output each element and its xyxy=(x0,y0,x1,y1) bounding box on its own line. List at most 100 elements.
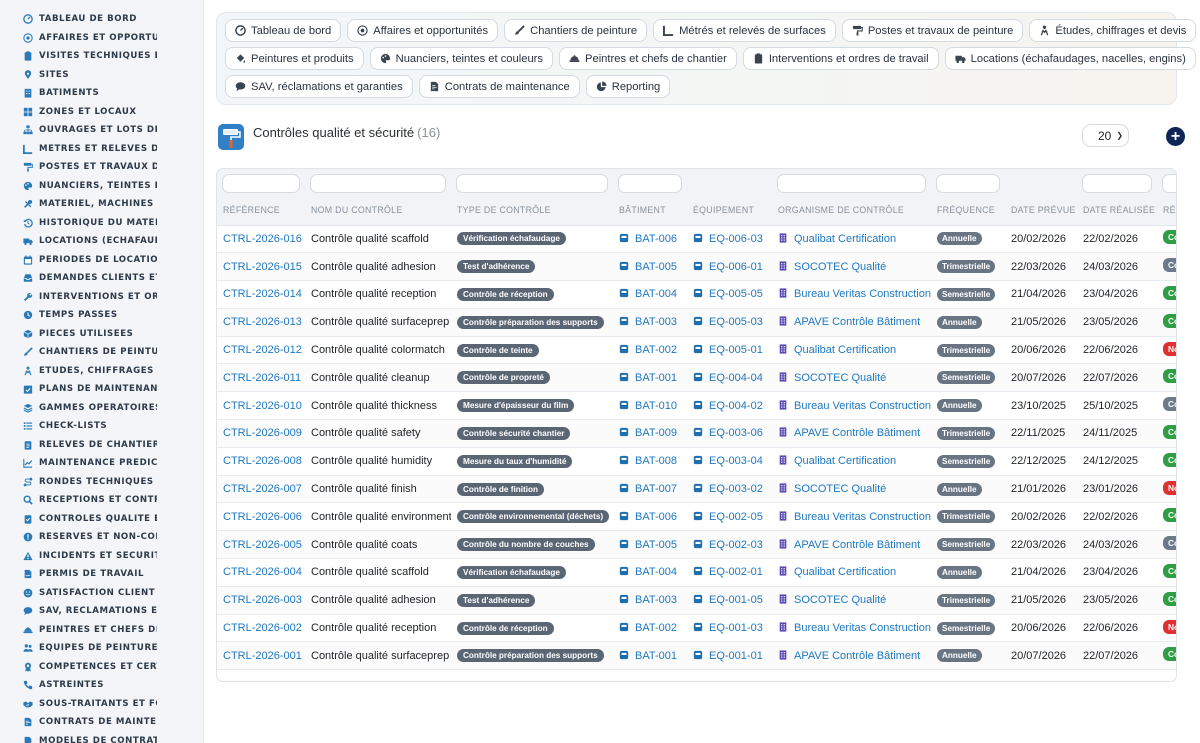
sidebar-item[interactable]: POSTES ET TRAVAUX DE xyxy=(0,158,203,177)
building-link[interactable]: BAT-004 xyxy=(635,566,677,578)
reference-link[interactable]: CTRL-2026-009 xyxy=(223,427,302,439)
sidebar-item[interactable]: PEINTRES ET CHEFS DE C xyxy=(0,621,203,640)
sidebar-item[interactable]: RÉCEPTIONS ET CONTRÔ xyxy=(0,491,203,510)
reference-link[interactable]: CTRL-2026-004 xyxy=(223,566,302,578)
sidebar-item[interactable]: AFFAIRES ET OPPORTUN xyxy=(0,29,203,48)
sidebar-item[interactable]: ASTREINTES xyxy=(0,676,203,695)
quick-nav-button[interactable]: Peintures et produits xyxy=(225,47,364,70)
organization-link[interactable]: APAVE Contrôle Bâtiment xyxy=(794,539,920,551)
equipment-link[interactable]: EQ-002-03 xyxy=(709,539,763,551)
sidebar-item[interactable]: NUANCIERS, TEINTES ET xyxy=(0,177,203,196)
sidebar-item[interactable]: LOCATIONS (ÉCHAFAUDA xyxy=(0,232,203,251)
column-header[interactable]: DATE RÉALISÉE xyxy=(1077,195,1157,226)
table-row[interactable]: CTRL-2026-002 Contrôle qualité reception C… xyxy=(217,614,1176,643)
reference-link[interactable]: CTRL-2026-015 xyxy=(223,261,302,273)
reference-link[interactable]: CTRL-2026-012 xyxy=(223,344,302,356)
building-link[interactable]: BAT-003 xyxy=(635,594,677,606)
table-row[interactable]: CTRL-2026-001 Contrôle qualité surfacepre… xyxy=(217,641,1176,671)
organization-link[interactable]: SOCOTEC Qualité xyxy=(794,483,886,495)
column-filter-input[interactable] xyxy=(456,174,608,193)
quick-nav-button[interactable]: Tableau de bord xyxy=(225,19,342,42)
equipment-link[interactable]: EQ-001-01 xyxy=(709,650,763,662)
building-link[interactable]: BAT-005 xyxy=(635,539,677,551)
sidebar-item[interactable]: RONDES TECHNIQUES xyxy=(0,473,203,492)
table-row[interactable]: CTRL-2026-014 Contrôle qualité reception C… xyxy=(217,280,1176,309)
sidebar-item[interactable]: PLANS DE MAINTENANCE xyxy=(0,380,203,399)
building-link[interactable]: BAT-001 xyxy=(635,650,677,662)
reference-link[interactable]: CTRL-2026-010 xyxy=(223,400,302,412)
equipment-link[interactable]: EQ-003-06 xyxy=(709,427,763,439)
column-header[interactable]: DATE PRÉVUE xyxy=(1005,195,1077,226)
building-link[interactable]: BAT-003 xyxy=(635,316,677,328)
reference-link[interactable]: CTRL-2026-007 xyxy=(223,483,302,495)
table-row[interactable]: CTRL-2026-005 Contrôle qualité coats Contr… xyxy=(217,530,1176,560)
organization-link[interactable]: APAVE Contrôle Bâtiment xyxy=(794,427,920,439)
sidebar-item[interactable]: DEMANDES CLIENTS ET I xyxy=(0,269,203,288)
column-filter-input[interactable] xyxy=(936,174,1000,193)
organization-link[interactable]: SOCOTEC Qualité xyxy=(794,372,886,384)
building-link[interactable]: BAT-002 xyxy=(635,344,677,356)
table-row[interactable]: CTRL-2026-012 Contrôle qualité colormatch… xyxy=(217,336,1176,365)
sidebar-item[interactable]: VISITES TECHNIQUES ET xyxy=(0,47,203,66)
equipment-link[interactable]: EQ-003-04 xyxy=(709,455,763,467)
column-header[interactable]: RÉFÉRENCE xyxy=(217,195,305,226)
equipment-link[interactable]: EQ-006-03 xyxy=(709,233,763,245)
column-header[interactable]: TYPE DE CONTRÔLE xyxy=(451,195,613,226)
sidebar-item[interactable]: RELEVÉS DE CHANTIER xyxy=(0,436,203,455)
sidebar-item[interactable]: MODÈLES DE CONTRATS xyxy=(0,732,203,743)
table-row[interactable]: CTRL-2026-007 Contrôle qualité finish Cont… xyxy=(217,475,1176,504)
quick-nav-button[interactable]: Reporting xyxy=(585,75,671,98)
organization-link[interactable]: Qualibat Certification xyxy=(794,233,896,245)
sidebar-item[interactable]: CHECK-LISTS xyxy=(0,417,203,436)
sidebar-item[interactable]: MAINTENANCE PRÉDICTI xyxy=(0,454,203,473)
table-row[interactable]: CTRL-2026-004 Contrôle qualité scaffold Vé… xyxy=(217,558,1176,587)
sidebar-item[interactable]: INTERVENTIONS ET ORDI xyxy=(0,288,203,307)
reference-link[interactable]: CTRL-2026-016 xyxy=(223,233,302,245)
sidebar-item[interactable]: HISTORIQUE DU MATÉRI xyxy=(0,214,203,233)
column-filter-input[interactable] xyxy=(1162,174,1176,193)
sidebar-item[interactable]: PÉRIODES DE LOCATION xyxy=(0,251,203,270)
reference-link[interactable]: CTRL-2026-002 xyxy=(223,622,302,634)
table-row[interactable]: CTRL-2026-011 Contrôle qualité cleanup Con… xyxy=(217,363,1176,393)
building-link[interactable]: BAT-006 xyxy=(635,511,677,523)
equipment-link[interactable]: EQ-002-05 xyxy=(709,511,763,523)
equipment-link[interactable]: EQ-006-01 xyxy=(709,261,763,273)
organization-link[interactable]: APAVE Contrôle Bâtiment xyxy=(794,650,920,662)
reference-link[interactable]: CTRL-2026-011 xyxy=(223,372,301,384)
sidebar-item[interactable]: MÉTRÉS ET RELEVÉS DE xyxy=(0,140,203,159)
reference-link[interactable]: CTRL-2026-014 xyxy=(223,288,302,300)
equipment-link[interactable]: EQ-004-02 xyxy=(709,400,763,412)
quick-nav-button[interactable]: Locations (échafaudages, nacelles, engin… xyxy=(944,47,1196,70)
sidebar-item[interactable]: SITES xyxy=(0,66,203,85)
sidebar-item[interactable]: TABLEAU DE BORD xyxy=(0,10,203,29)
column-filter-input[interactable] xyxy=(310,174,446,193)
column-header[interactable]: ÉQUIPEMENT xyxy=(687,195,772,226)
building-link[interactable]: BAT-008 xyxy=(635,455,677,467)
sidebar-item[interactable]: PIÈCES UTILISÉES xyxy=(0,325,203,344)
organization-link[interactable]: Bureau Veritas Construction xyxy=(794,622,931,634)
quick-nav-button[interactable]: Nuanciers, teintes et couleurs xyxy=(369,47,554,70)
organization-link[interactable]: Qualibat Certification xyxy=(794,566,896,578)
equipment-link[interactable]: EQ-001-05 xyxy=(709,594,763,606)
column-header[interactable]: NOM DU CONTRÔLE xyxy=(305,195,451,226)
organization-link[interactable]: SOCOTEC Qualité xyxy=(794,261,886,273)
quick-nav-button[interactable]: Postes et travaux de peinture xyxy=(841,19,1024,42)
column-filter-input[interactable] xyxy=(222,174,300,193)
table-row[interactable]: CTRL-2026-009 Contrôle qualité safety Cont… xyxy=(217,419,1176,448)
organization-link[interactable]: APAVE Contrôle Bâtiment xyxy=(794,316,920,328)
sidebar-item[interactable]: ÉQUIPES DE PEINTURE xyxy=(0,639,203,658)
reference-link[interactable]: CTRL-2026-003 xyxy=(223,594,302,606)
reference-link[interactable]: CTRL-2026-006 xyxy=(223,511,302,523)
building-link[interactable]: BAT-002 xyxy=(635,622,677,634)
organization-link[interactable]: Bureau Veritas Construction xyxy=(794,288,931,300)
sidebar-item[interactable]: ÉTUDES, CHIFFRAGES ET xyxy=(0,362,203,381)
table-row[interactable]: CTRL-2026-013 Contrôle qualité surfacepre… xyxy=(217,308,1176,337)
sidebar-item[interactable]: PERMIS DE TRAVAIL xyxy=(0,565,203,584)
quick-nav-button[interactable]: SAV, réclamations et garanties xyxy=(225,75,413,98)
building-link[interactable]: BAT-006 xyxy=(635,233,677,245)
equipment-link[interactable]: EQ-005-01 xyxy=(709,344,763,356)
table-row[interactable]: CTRL-2026-003 Contrôle qualité adhesion Te… xyxy=(217,586,1176,615)
table-row[interactable]: CTRL-2026-015 Contrôle qualité adhesion Te… xyxy=(217,252,1176,282)
sidebar-item[interactable]: OUVRAGES ET LOTS DE T xyxy=(0,121,203,140)
reference-link[interactable]: CTRL-2026-001 xyxy=(223,650,302,662)
